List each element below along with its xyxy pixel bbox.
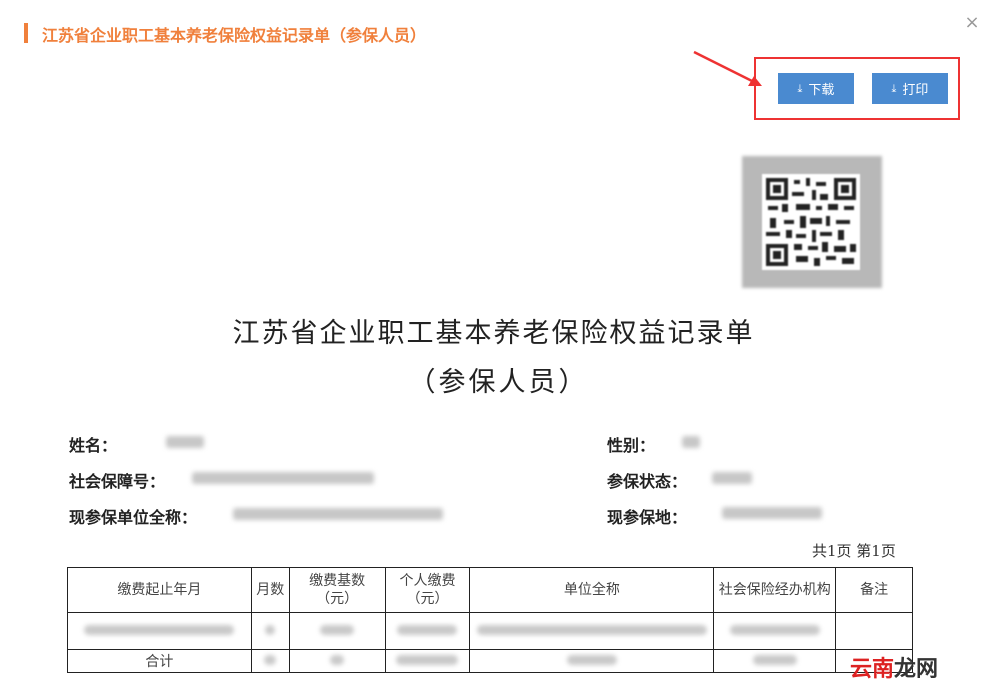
- table-row: [67, 612, 913, 650]
- watermark-text: 龙网: [894, 657, 939, 682]
- ssn-value-redacted: [192, 472, 374, 484]
- ssn-label: 社会保障号：: [69, 472, 166, 491]
- name-value-redacted: [166, 436, 204, 448]
- status-value-redacted: [712, 472, 752, 484]
- table-cell: [384, 649, 471, 673]
- table-cell: [469, 649, 715, 673]
- page-indicator: 共1页 第1页: [812, 542, 896, 560]
- employer-value-redacted: [233, 508, 443, 520]
- title-accent-bar: [24, 23, 28, 43]
- table-header-row: 缴费起止年月 月数 缴费基数 （元） 个人缴费 （元） 单位全称 社会保险经办机…: [67, 567, 913, 613]
- column-header: 月数: [250, 567, 290, 613]
- column-header-text: 个人缴费 （元）: [399, 573, 456, 607]
- table-cell: [67, 612, 252, 650]
- column-header: 单位全称: [469, 567, 715, 613]
- watermark-logo: 云南龙网: [850, 651, 938, 683]
- location-value-redacted: [722, 507, 822, 519]
- print-button-label: 打印: [902, 83, 929, 98]
- gender-value-redacted: [682, 436, 700, 448]
- column-header: 缴费起止年月: [67, 567, 252, 613]
- table-cell: [384, 612, 471, 650]
- table-cell: [288, 649, 386, 673]
- download-button[interactable]: ⤓ 下载: [778, 73, 854, 104]
- close-icon[interactable]: ×: [962, 13, 982, 33]
- column-header: 备注: [835, 567, 913, 613]
- table-cell: [250, 649, 290, 673]
- print-button[interactable]: ⤓ 打印: [872, 73, 948, 104]
- document-subtitle: （参保人员）: [408, 367, 589, 398]
- column-header: 社会保险经办机构: [713, 567, 837, 613]
- watermark-text: 云南: [850, 657, 895, 682]
- location-label: 现参保地：: [607, 508, 688, 527]
- column-header: 缴费基数 （元）: [288, 567, 386, 613]
- dialog-title: 江苏省企业职工基本养老保险权益记录单（参保人员）: [42, 26, 427, 45]
- column-header-text: 缴费基数 （元）: [309, 573, 366, 607]
- table-cell: [250, 612, 290, 650]
- download-icon: ⤓: [891, 81, 897, 95]
- download-button-label: 下载: [808, 83, 835, 98]
- table-cell: [713, 612, 837, 650]
- table-cell: [835, 612, 913, 650]
- table-cell: [469, 612, 715, 650]
- employer-label: 现参保单位全称：: [69, 508, 198, 527]
- total-label: 合计: [67, 649, 252, 673]
- table-total-row: 合计: [67, 649, 913, 673]
- contribution-table: 缴费起止年月 月数 缴费基数 （元） 个人缴费 （元） 单位全称 社会保险经办机…: [67, 567, 913, 673]
- column-header: 个人缴费 （元）: [384, 567, 471, 613]
- table-cell: [713, 649, 837, 673]
- status-label: 参保状态：: [607, 472, 688, 491]
- qr-code: [762, 174, 860, 270]
- download-icon: ⤓: [797, 81, 803, 95]
- name-label: 姓名：: [69, 436, 118, 455]
- table-cell: [288, 612, 386, 650]
- document-title: 江苏省企业职工基本养老保险权益记录单: [232, 318, 755, 349]
- gender-label: 性别：: [607, 436, 656, 455]
